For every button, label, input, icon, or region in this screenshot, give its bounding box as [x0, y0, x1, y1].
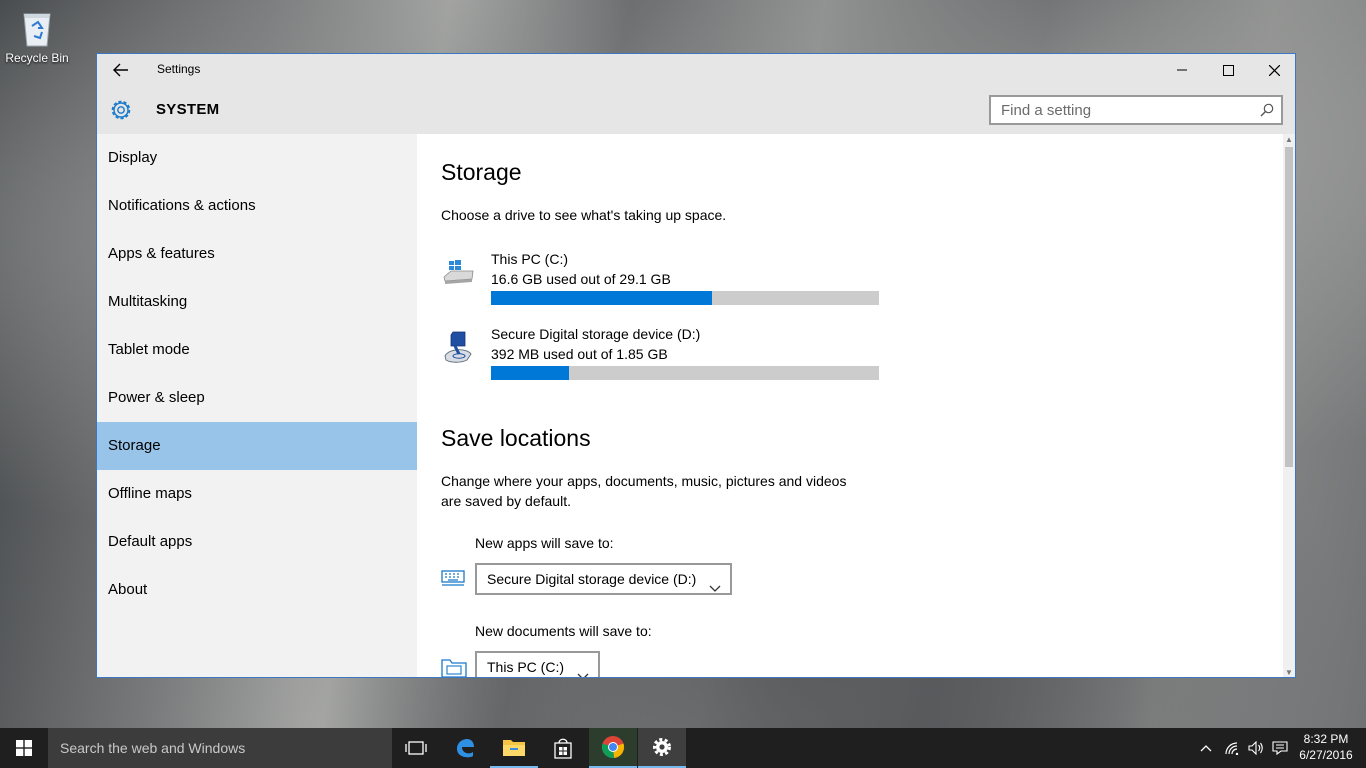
drive-d-usage: 392 MB used out of 1.85 GB: [491, 346, 668, 362]
show-hidden-icons-button[interactable]: [1196, 728, 1216, 768]
clock-time: 8:32 PM: [1303, 732, 1349, 746]
sidebar-item-apps-features[interactable]: Apps & features: [97, 230, 417, 278]
settings-window: Settings SYSTEM Display Notifica: [96, 53, 1296, 678]
keyboard-icon: [441, 566, 467, 592]
save-locations-description-line2: are saved by default.: [441, 493, 571, 509]
search-icon[interactable]: [1260, 103, 1274, 122]
scrollbar-thumb[interactable]: [1285, 147, 1293, 467]
settings-header: SYSTEM: [97, 86, 1295, 134]
volume-button[interactable]: [1244, 728, 1268, 768]
find-setting-input[interactable]: [991, 97, 1251, 123]
file-explorer-button[interactable]: [490, 728, 538, 768]
minimize-icon: [1177, 69, 1187, 71]
storage-content: Storage Choose a drive to see what's tak…: [417, 134, 1285, 677]
new-documents-label: New documents will save to:: [475, 623, 652, 639]
new-apps-label: New apps will save to:: [475, 535, 614, 551]
recycle-bin-icon: [20, 8, 54, 48]
sidebar: Display Notifications & actions Apps & f…: [97, 134, 417, 677]
file-explorer-icon: [503, 740, 525, 756]
chevron-down-icon: [709, 574, 721, 602]
save-locations-heading: Save locations: [441, 425, 591, 451]
drive-c-usage-fill: [491, 291, 713, 305]
drive-c-usage: 16.6 GB used out of 29.1 GB: [491, 271, 671, 287]
chevron-up-icon: [1200, 745, 1212, 752]
storage-heading: Storage: [441, 159, 522, 185]
chrome-icon: [601, 736, 625, 759]
drive-d[interactable]: Secure Digital storage device (D:) 392 M…: [441, 326, 881, 386]
new-documents-save-dropdown[interactable]: This PC (C:): [475, 651, 600, 677]
drive-c-usage-bar: [491, 291, 879, 305]
storage-description: Choose a drive to see what's taking up s…: [441, 207, 727, 223]
edge-button[interactable]: [441, 728, 489, 768]
speaker-icon: [1248, 741, 1263, 755]
start-button[interactable]: [0, 728, 48, 768]
new-apps-save-selected: Secure Digital storage device (D:): [487, 571, 697, 587]
minimize-button[interactable]: [1159, 54, 1205, 86]
documents-folder-icon: [441, 655, 467, 677]
sidebar-item-default-apps[interactable]: Default apps: [97, 518, 417, 566]
sidebar-item-tablet-mode[interactable]: Tablet mode: [97, 326, 417, 374]
drive-c[interactable]: This PC (C:) 16.6 GB used out of 29.1 GB: [441, 251, 881, 311]
hard-drive-icon: [441, 255, 477, 291]
task-view-button[interactable]: [392, 728, 440, 768]
sidebar-item-power-sleep[interactable]: Power & sleep: [97, 374, 417, 422]
chrome-button[interactable]: [589, 728, 637, 768]
settings-icon: [653, 738, 671, 756]
content-scrollbar[interactable]: ▲ ▼: [1283, 134, 1295, 677]
drive-c-name: This PC (C:): [491, 251, 568, 267]
scroll-down-icon[interactable]: ▼: [1285, 668, 1293, 677]
notification-icon: [1272, 741, 1288, 755]
sidebar-item-multitasking[interactable]: Multitasking: [97, 278, 417, 326]
scroll-up-icon[interactable]: ▲: [1285, 135, 1293, 144]
sidebar-item-display[interactable]: Display: [97, 134, 417, 182]
save-locations-description-line1: Change where your apps, documents, music…: [441, 473, 847, 489]
clock-date: 6/27/2016: [1299, 748, 1353, 762]
window-title: Settings: [157, 62, 201, 76]
wifi-icon: [1225, 742, 1239, 755]
recycle-bin-label: Recycle Bin: [5, 51, 69, 65]
sidebar-item-storage[interactable]: Storage: [97, 422, 417, 470]
action-center-button[interactable]: [1268, 728, 1292, 768]
store-button[interactable]: [539, 728, 587, 768]
sidebar-item-notifications[interactable]: Notifications & actions: [97, 182, 417, 230]
recycle-bin-desktop-icon[interactable]: Recycle Bin: [4, 8, 70, 65]
task-view-icon: [405, 741, 427, 755]
close-icon: [1268, 64, 1280, 76]
settings-taskbar-button[interactable]: [638, 728, 686, 768]
back-arrow-icon: [113, 63, 128, 77]
sidebar-item-offline-maps[interactable]: Offline maps: [97, 470, 417, 518]
back-button[interactable]: [105, 57, 137, 83]
drive-d-usage-bar: [491, 366, 879, 380]
store-icon: [554, 738, 572, 759]
edge-icon: [457, 739, 474, 758]
sd-card-icon: [441, 330, 477, 366]
new-documents-save-selected: This PC (C:): [487, 659, 564, 675]
taskbar-clock[interactable]: 8:32 PM 6/27/2016: [1293, 731, 1359, 763]
taskbar: 8:32 PM 6/27/2016: [0, 728, 1366, 768]
gear-icon: [108, 97, 134, 128]
close-button[interactable]: [1251, 54, 1295, 86]
windows-logo-icon: [16, 740, 32, 756]
sidebar-item-about[interactable]: About: [97, 566, 417, 614]
maximize-button[interactable]: [1205, 54, 1251, 86]
new-apps-save-dropdown[interactable]: Secure Digital storage device (D:): [475, 563, 733, 595]
taskbar-search-box: [48, 728, 392, 768]
taskbar-search-input[interactable]: [48, 728, 380, 768]
chevron-down-icon: [577, 662, 589, 677]
maximize-icon: [1222, 64, 1234, 76]
network-button[interactable]: [1220, 728, 1244, 768]
drive-d-name: Secure Digital storage device (D:): [491, 326, 701, 342]
section-title: SYSTEM: [156, 101, 220, 118]
drive-d-usage-fill: [491, 366, 569, 380]
find-setting-search: [989, 95, 1283, 125]
title-bar: Settings: [97, 54, 1295, 86]
